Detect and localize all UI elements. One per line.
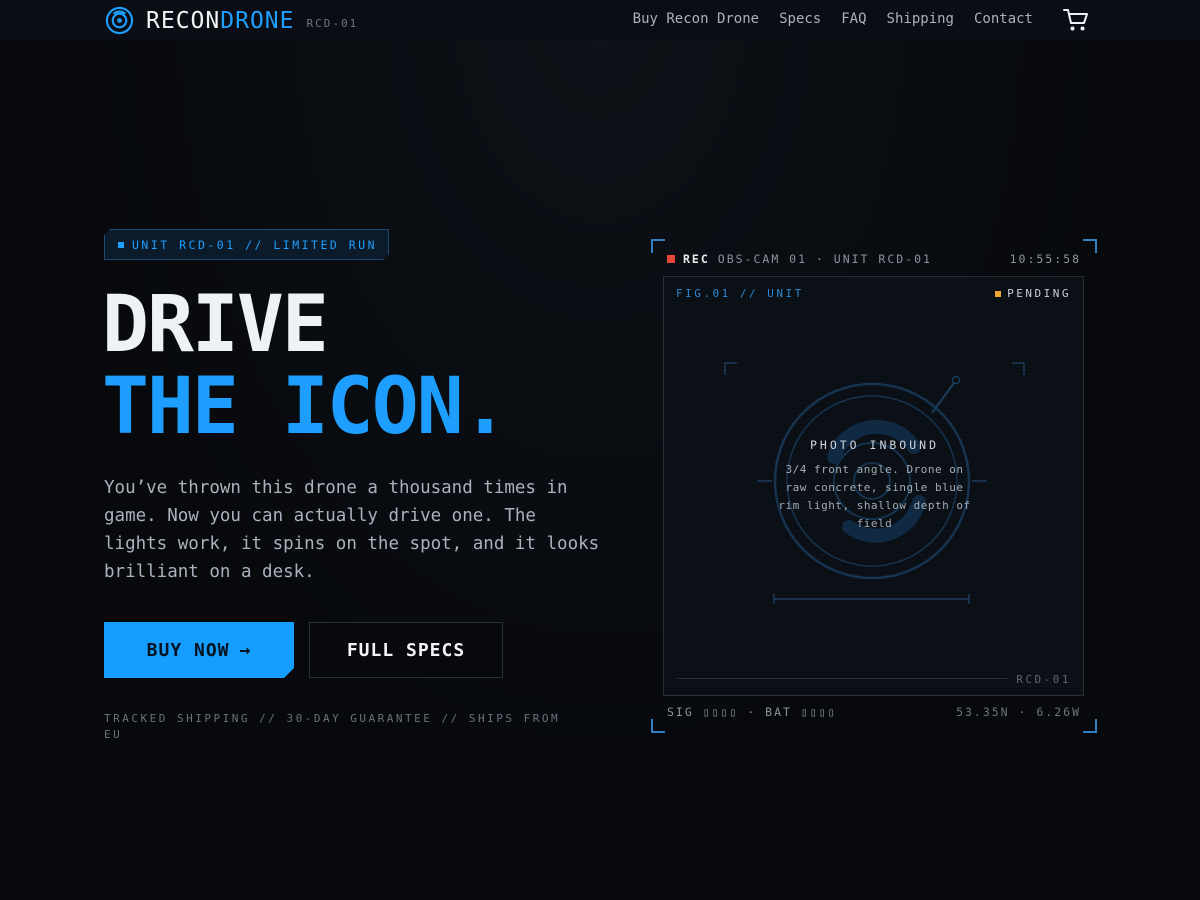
hero-headline: DRIVE THE ICON. [102, 280, 509, 452]
camera-footer: SIG ▯▯▯▯ · BAT ▯▯▯▯ 53.35N · 6.26W [667, 705, 1081, 719]
headline-line-1: DRIVE [102, 280, 329, 370]
nav-link-buy[interactable]: Buy Recon Drone [633, 11, 759, 27]
badge-text: UNIT RCD-01 // LIMITED RUN [132, 237, 378, 252]
camera-panel: REC OBS-CAM 01 · UNIT RCD-01 10:55:58 FI… [651, 239, 1097, 733]
corner-bracket [651, 719, 665, 733]
nav-link-faq[interactable]: FAQ [841, 11, 866, 27]
telemetry-readout: SIG ▯▯▯▯ · BAT ▯▯▯▯ [667, 705, 837, 719]
buy-now-button[interactable]: BUY NOW → [104, 622, 294, 678]
limited-run-badge: UNIT RCD-01 // LIMITED RUN [104, 229, 389, 260]
logo-wordmark: RECONDRONE [146, 8, 295, 34]
rec-indicator-icon [667, 255, 675, 263]
corner-bracket [1083, 719, 1097, 733]
camera-timestamp: 10:55:58 [1009, 252, 1081, 266]
logo-text-accent: DRONE [220, 7, 295, 34]
trust-line: TRACKED SHIPPING // 30-DAY GUARANTEE // … [104, 712, 561, 741]
hero-description: You’ve thrown this drone a thousand time… [104, 478, 600, 582]
full-specs-label: FULL SPECS [346, 639, 466, 661]
drone-logo-icon [105, 6, 134, 35]
photo-placeholder-title: PHOTO INBOUND [809, 438, 939, 452]
full-specs-button[interactable]: FULL SPECS [309, 622, 503, 678]
logo-text-primary: RECON [146, 7, 221, 34]
nav-link-contact[interactable]: Contact [974, 11, 1033, 27]
frame-unit-id: RCD-01 [1016, 673, 1071, 686]
rec-label: REC [683, 252, 710, 266]
headline-line-2: THE ICON. [102, 362, 509, 452]
cart-icon[interactable] [1062, 7, 1090, 33]
gps-coordinates: 53.35N · 6.26W [956, 705, 1081, 719]
photo-placeholder-description: 3/4 front angle. Drone on raw concrete, … [778, 463, 971, 530]
corner-bracket [651, 239, 665, 253]
arrow-right-icon: → [239, 639, 252, 661]
main-nav: Buy Recon Drone Specs FAQ Shipping Conta… [633, 11, 1033, 27]
logo[interactable]: RECONDRONE RCD-01 [105, 6, 358, 35]
feed-label: OBS-CAM 01 · UNIT RCD-01 [717, 252, 932, 266]
badge-square-icon [118, 242, 124, 248]
nav-link-specs[interactable]: Specs [779, 11, 821, 27]
buy-now-label: BUY NOW [146, 639, 230, 661]
frame-divider [676, 678, 1007, 679]
camera-header: REC OBS-CAM 01 · UNIT RCD-01 10:55:58 [667, 252, 1081, 266]
photo-frame: FIG.01 // UNIT PENDING PHOTO INBOUND 3/4… [663, 276, 1084, 696]
site-header: RECONDRONE RCD-01 Buy Recon Drone Specs … [0, 0, 1200, 40]
corner-bracket [1083, 239, 1097, 253]
logo-model-code: RCD-01 [306, 17, 359, 30]
nav-link-shipping[interactable]: Shipping [887, 11, 954, 27]
